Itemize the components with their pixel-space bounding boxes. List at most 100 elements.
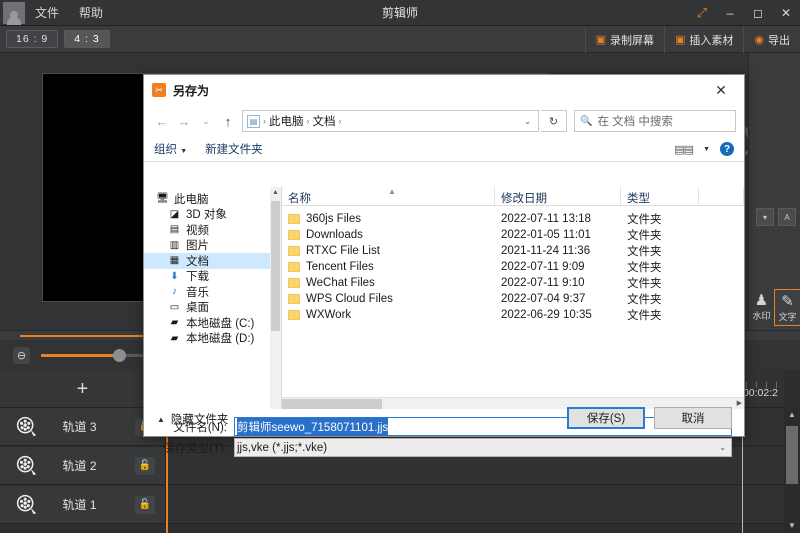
table-row[interactable]: WXWork 2022-06-29 10:35 文件夹 [282, 307, 744, 323]
export-button[interactable]: ◉ 导出 [743, 26, 800, 53]
sidebar-scrollbar[interactable]: ▲ [270, 187, 281, 409]
ratio-4-3-button[interactable]: 4 : 3 [64, 30, 109, 48]
track-lock-icon-1[interactable]: 🔓 [135, 496, 155, 514]
breadcrumb-this-pc[interactable]: 此电脑 [269, 113, 304, 129]
table-row[interactable]: Downloads 2022-01-05 11:01 文件夹 [282, 227, 744, 243]
photo-icon: ▣ [675, 33, 685, 46]
table-row[interactable]: WPS Cloud Files 2022-07-04 9:37 文件夹 [282, 291, 744, 307]
file-type-cell: 文件夹 [621, 227, 699, 243]
search-input[interactable]: 🔍 在 文档 中搜索 [574, 110, 736, 132]
editor-toolbar-right: ▣ 录制屏幕 ▣ 插入素材 ◉ 导出 [585, 26, 800, 53]
filetype-select[interactable]: jjs,vke (*.jjs;*.vke) ⌄ [234, 438, 732, 457]
file-name-cell: Downloads [282, 229, 495, 241]
sidebar-item-label: 此电脑 [174, 191, 209, 207]
menu-file[interactable]: 文件 [25, 0, 69, 26]
sidebar-item-music[interactable]: ♪ 音乐 [144, 284, 281, 300]
column-header-name[interactable]: ▲ 名称 [282, 187, 495, 205]
sidebar-item-videos[interactable]: ▤ 视频 [144, 222, 281, 238]
desktop-icon: ▭ [168, 301, 181, 314]
table-row[interactable]: 360js Files 2022-07-11 13:18 文件夹 [282, 211, 744, 227]
cancel-button[interactable]: 取消 [654, 407, 732, 429]
sidebar-item-local-disk-d[interactable]: ▰ 本地磁盘 (D:) [144, 331, 281, 347]
back-icon[interactable]: ← [152, 110, 172, 132]
timeline-scrollbar[interactable]: ▲ ▼ [784, 408, 800, 533]
breadcrumb-separator: › [307, 116, 310, 126]
breadcrumb-separator: › [339, 116, 342, 126]
tool-tab-watermark[interactable]: ♟ 水印 [749, 289, 774, 326]
chevron-down-icon[interactable]: ⌄ [719, 443, 729, 452]
hide-folders-toggle[interactable]: ▲ 隐藏文件夹 [157, 411, 228, 427]
chevron-down-icon: ▼ [180, 148, 187, 155]
track-lock-icon-2[interactable]: 🔓 [135, 457, 155, 475]
app-icon: ✂ [152, 83, 166, 97]
file-name-cell: WXWork [282, 309, 495, 321]
chevron-down-icon[interactable]: ▾ [756, 208, 774, 226]
avatar[interactable] [3, 2, 25, 24]
chevron-down-icon[interactable]: ⌄ [524, 117, 534, 126]
video-icon: ▤ [168, 223, 181, 236]
new-folder-button[interactable]: 新建文件夹 [205, 141, 263, 157]
sidebar-item-this-pc[interactable]: 🖥 此电脑 [144, 191, 281, 207]
view-options-icon[interactable]: ▤▤ [674, 143, 693, 156]
tool-tab-text[interactable]: ✎ 文字 [774, 289, 800, 326]
sidebar-item-label: 本地磁盘 (D:) [186, 330, 254, 346]
breadcrumb-documents[interactable]: 文档 [313, 113, 336, 129]
track-head-2[interactable]: 轨道 2 🔓 [0, 447, 166, 485]
scrollbar-thumb[interactable] [786, 426, 798, 484]
scroll-up-icon[interactable]: ▲ [270, 187, 281, 199]
help-icon[interactable]: ? [720, 142, 734, 156]
record-screen-button[interactable]: ▣ 录制屏幕 [585, 26, 664, 53]
zoom-out-icon[interactable]: ⊖ [13, 347, 30, 364]
scroll-up-icon[interactable]: ▲ [784, 408, 800, 422]
menu-help[interactable]: 帮助 [69, 0, 113, 26]
pencil-icon: ✎ [775, 294, 800, 310]
save-button[interactable]: 保存(S) [567, 407, 645, 429]
add-track-button[interactable]: + [0, 370, 166, 408]
file-date-cell: 2022-01-05 11:01 [495, 229, 621, 241]
editor-toolbar: 16 : 9 4 : 3 ▣ 录制屏幕 ▣ 插入素材 ◉ 导出 [0, 26, 800, 53]
refresh-button[interactable]: ↻ [541, 110, 567, 132]
chevron-down-icon[interactable]: ▼ [703, 146, 710, 153]
forward-icon[interactable]: → [174, 110, 194, 132]
dialog-titlebar: ✂ 另存为 ✕ [144, 75, 744, 105]
track-body-1[interactable] [166, 486, 784, 524]
dialog-close-button[interactable]: ✕ [706, 77, 736, 103]
window-controls: ⤢ – ◻ ✕ [688, 0, 800, 26]
table-row[interactable]: WeChat Files 2022-07-11 9:10 文件夹 [282, 275, 744, 291]
sidebar-item-downloads[interactable]: ⬇ 下载 [144, 269, 281, 285]
track-head-3[interactable]: 轨道 3 🔓 [0, 408, 166, 446]
search-icon: 🔍 [580, 116, 592, 127]
table-row[interactable]: Tencent Files 2022-07-11 9:09 文件夹 [282, 259, 744, 275]
insert-material-button[interactable]: ▣ 插入素材 [664, 26, 743, 53]
sidebar-item-documents[interactable]: ▦ 文档 [144, 253, 281, 269]
zoom-slider-handle[interactable] [113, 349, 126, 362]
table-row[interactable]: RTXC File List 2021-11-24 11:36 文件夹 [282, 243, 744, 259]
column-header-extra[interactable] [699, 187, 744, 205]
text-style-icon[interactable]: A [778, 208, 796, 226]
minimize-icon[interactable]: – [716, 0, 744, 26]
organize-button[interactable]: 组织 ▼ [154, 141, 187, 157]
drive-icon: ▰ [168, 332, 181, 345]
film-reel-icon: ◉ [754, 33, 764, 46]
sidebar-item-pictures[interactable]: ▥ 图片 [144, 238, 281, 254]
film-reel-icon [16, 455, 38, 477]
sidebar-item-desktop[interactable]: ▭ 桌面 [144, 300, 281, 316]
recent-locations-icon[interactable]: ⌄ [196, 110, 216, 132]
scrollbar-thumb[interactable] [271, 201, 280, 331]
scroll-down-icon[interactable]: ▼ [784, 519, 800, 533]
file-name-cell: 360js Files [282, 213, 495, 225]
up-icon[interactable]: ↑ [218, 110, 238, 132]
sidebar-item-3d-objects[interactable]: ◪ 3D 对象 [144, 207, 281, 223]
file-date-cell: 2022-07-04 9:37 [495, 293, 621, 305]
ratio-16-9-button[interactable]: 16 : 9 [6, 30, 58, 48]
column-header-type[interactable]: 类型 [621, 187, 699, 205]
column-header-date[interactable]: 修改日期 [495, 187, 621, 205]
close-icon[interactable]: ✕ [772, 0, 800, 26]
sidebar-item-local-disk-c[interactable]: ▰ 本地磁盘 (C:) [144, 315, 281, 331]
track-head-1[interactable]: 轨道 1 🔓 [0, 486, 166, 524]
maximize-icon[interactable]: ◻ [744, 0, 772, 26]
breadcrumb[interactable]: ▤ › 此电脑 › 文档 › ⌄ [242, 110, 539, 132]
file-date-cell: 2022-07-11 9:10 [495, 277, 621, 289]
picture-icon: ▥ [168, 239, 181, 252]
restore-icon[interactable]: ⤢ [688, 0, 716, 26]
